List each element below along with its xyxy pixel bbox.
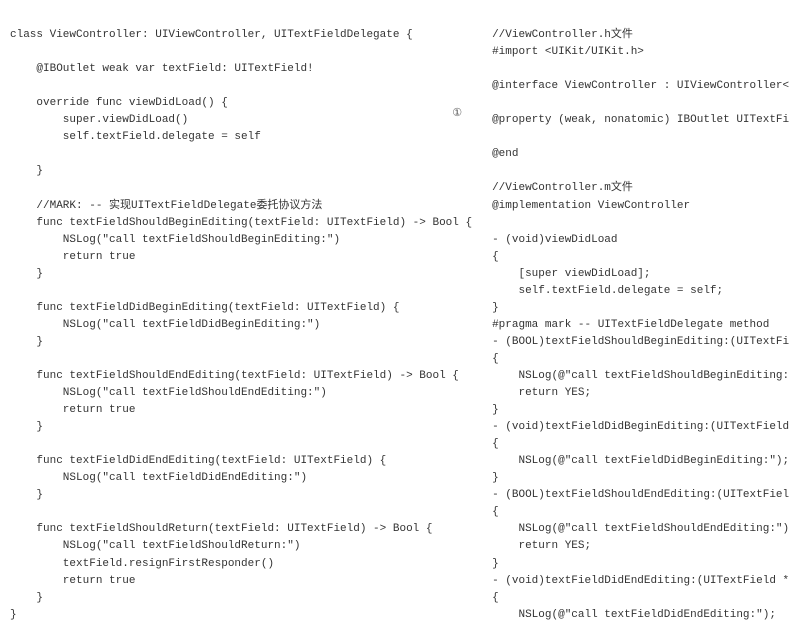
code-line: } <box>10 165 43 177</box>
code-line: //ViewController.h文件 <box>492 29 633 41</box>
code-line: } <box>492 404 499 416</box>
code-line: func textFieldDidEndEditing(textField: U… <box>10 455 386 467</box>
code-line: #import <UIKit/UIKit.h> <box>492 46 644 58</box>
code-line: self.textField.delegate = self; <box>492 285 723 297</box>
code-line: self.textField.delegate = self <box>10 131 261 143</box>
code-line: return true <box>10 251 135 263</box>
code-line: return YES; <box>492 540 591 552</box>
code-line: } <box>10 336 43 348</box>
code-line: } <box>10 489 43 501</box>
code-line: NSLog("call textFieldDidBeginEditing:") <box>10 319 320 331</box>
code-line: override func viewDidLoad() { <box>10 97 228 109</box>
code-line: NSLog("call textFieldShouldEndEditing:") <box>10 387 327 399</box>
code-line: NSLog("call textFieldShouldBeginEditing:… <box>10 234 340 246</box>
swift-code-column: ① class ViewController: UIViewController,… <box>10 10 472 624</box>
code-line: - (BOOL)textFieldShouldEndEditing:(UITex… <box>492 489 789 501</box>
code-line: - (void)textFieldDidEndEditing:(UITextFi… <box>492 575 789 587</box>
code-line: [super viewDidLoad]; <box>492 268 650 280</box>
code-line: #pragma mark -- UITextFieldDelegate meth… <box>492 319 769 331</box>
code-line: } <box>10 421 43 433</box>
code-line: func textFieldShouldEndEditing(textField… <box>10 370 459 382</box>
code-line: } <box>10 592 43 604</box>
code-line: { <box>492 251 499 263</box>
code-line: func textFieldShouldReturn(textField: UI… <box>10 523 432 535</box>
code-line: NSLog(@"call textFieldDidBeginEditing:")… <box>492 455 789 467</box>
code-line: } <box>492 472 499 484</box>
code-line: return true <box>10 404 135 416</box>
code-line: } <box>492 558 499 570</box>
code-line: @implementation ViewController <box>492 200 690 212</box>
code-line: func textFieldDidBeginEditing(textField:… <box>10 302 399 314</box>
code-line: NSLog("call textFieldShouldReturn:") <box>10 540 300 552</box>
code-line: @end <box>492 148 518 160</box>
code-line: func textFieldShouldBeginEditing(textFie… <box>10 217 472 229</box>
code-line: @interface ViewController : UIViewContro… <box>492 80 789 92</box>
code-line: { <box>492 353 499 365</box>
objc-code-column: ①//ViewController.h文件 #import <UIKit/UIK… <box>492 10 789 624</box>
left-annotation-1: ① <box>452 106 462 123</box>
code-line: - (void)textFieldDidBeginEditing:(UIText… <box>492 421 789 433</box>
code-line: return YES; <box>492 387 591 399</box>
code-line: @IBOutlet weak var textField: UITextFiel… <box>10 63 314 75</box>
code-line: //ViewController.m文件 <box>492 182 633 194</box>
code-line: return true <box>10 575 135 587</box>
code-line: @property (weak, nonatomic) IBOutlet UIT… <box>492 114 789 126</box>
code-line: { <box>492 438 499 450</box>
code-line: - (BOOL)textFieldShouldBeginEditing:(UIT… <box>492 336 789 348</box>
code-line: super.viewDidLoad() <box>10 114 188 126</box>
code-line: } <box>10 609 17 621</box>
code-line: NSLog(@"call textFieldDidEndEditing:"); <box>492 609 776 621</box>
code-line: //MARK: -- 实现UITextFieldDelegate委托协议方法 <box>10 200 322 212</box>
code-line: } <box>492 302 499 314</box>
code-line: NSLog(@"call textFieldShouldBeginEditing… <box>492 370 789 382</box>
code-line: { <box>492 592 499 604</box>
code-line: - (void)viewDidLoad <box>492 234 617 246</box>
code-line: textField.resignFirstResponder() <box>10 558 274 570</box>
code-line: { <box>492 506 499 518</box>
code-line: class ViewController: UIViewController, … <box>10 29 413 41</box>
code-line: NSLog("call textFieldDidEndEditing:") <box>10 472 307 484</box>
code-line: } <box>10 268 43 280</box>
code-line: NSLog(@"call textFieldShouldEndEditing:"… <box>492 523 789 535</box>
